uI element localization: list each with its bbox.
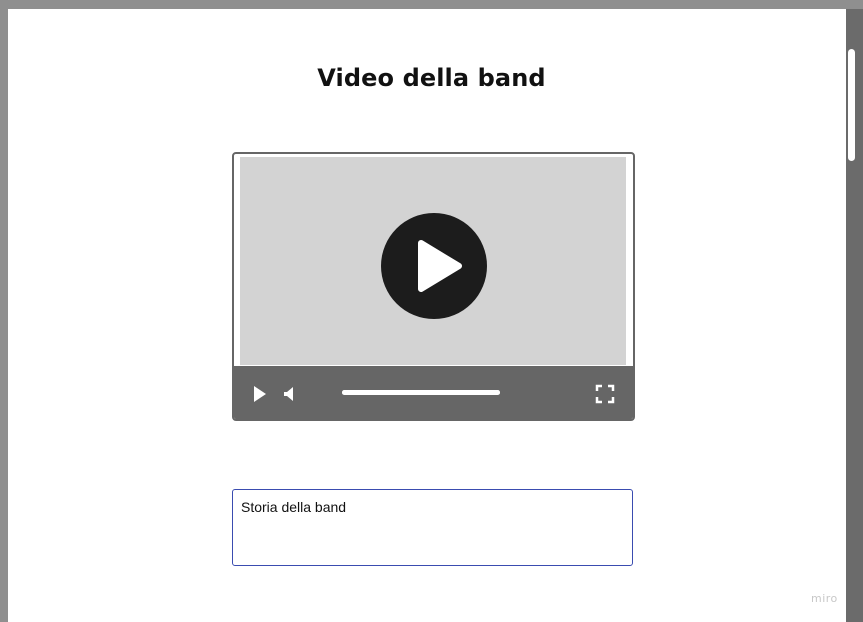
miro-watermark: miro [811,592,838,605]
progress-bar-fill [342,390,500,395]
video-player[interactable] [232,152,635,421]
story-text-field[interactable] [232,489,633,566]
speaker-icon[interactable] [283,386,299,402]
vertical-scrollbar[interactable] [846,9,863,622]
play-icon[interactable] [252,384,268,404]
play-circle-icon[interactable] [381,213,487,319]
fullscreen-icon[interactable] [595,384,615,404]
page-title: Video della band [317,64,546,92]
progress-bar[interactable] [342,390,500,395]
window-frame: Video della band Storia della band miro [0,0,863,622]
video-control-bar [234,366,633,419]
video-display-area[interactable] [240,157,626,365]
